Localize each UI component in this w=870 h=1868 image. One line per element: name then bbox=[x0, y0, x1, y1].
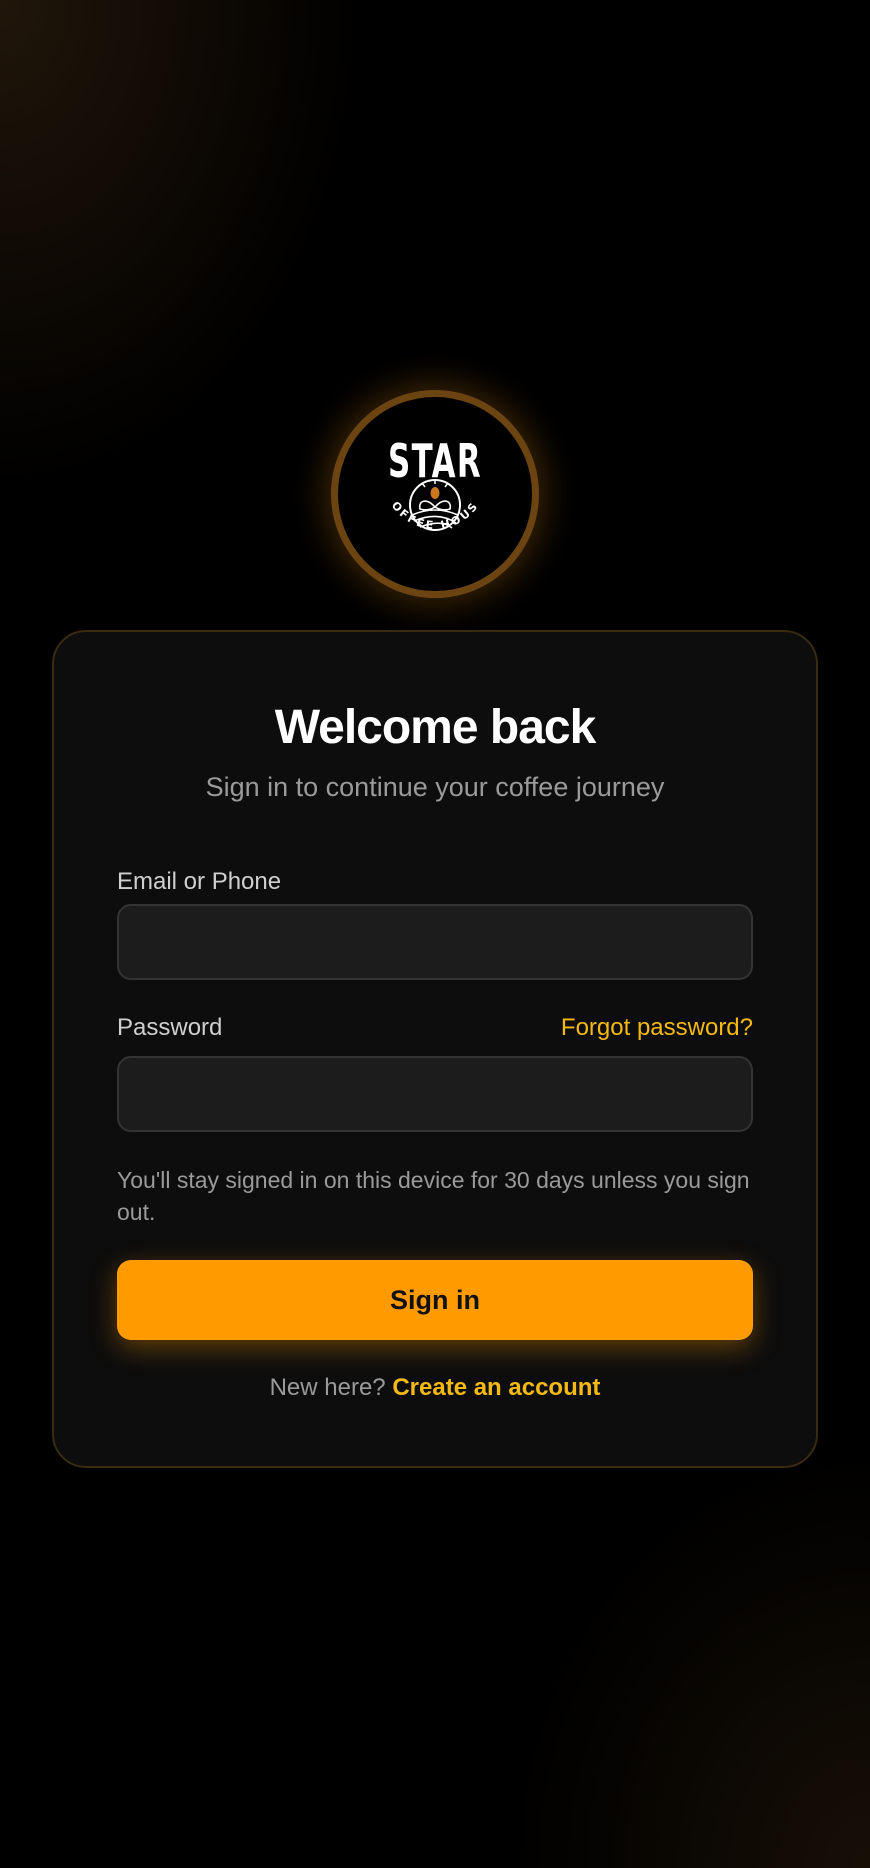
create-account-link[interactable]: Create an account bbox=[392, 1374, 600, 1401]
brand-logo: STAR COFFEE HOUSE bbox=[331, 390, 539, 598]
forgot-password-link[interactable]: Forgot password? bbox=[561, 1014, 753, 1042]
session-note: You'll stay signed in on this device for… bbox=[117, 1167, 750, 1225]
signup-prompt: New here? Create an account bbox=[0, 1374, 870, 1402]
password-field[interactable] bbox=[117, 1056, 753, 1132]
new-here-text: New here? bbox=[269, 1374, 386, 1401]
signin-card bbox=[52, 630, 818, 1468]
email-field[interactable] bbox=[117, 904, 753, 980]
sign-in-button[interactable]: Sign in bbox=[117, 1260, 753, 1340]
password-label: Password bbox=[117, 1014, 223, 1041]
star-coffee-house-logo-icon: STAR COFFEE HOUSE bbox=[338, 397, 480, 532]
page-title: Welcome back bbox=[274, 701, 597, 754]
email-label: Email or Phone bbox=[117, 868, 282, 895]
page-subtitle: Sign in to continue your coffee journey bbox=[205, 772, 665, 802]
